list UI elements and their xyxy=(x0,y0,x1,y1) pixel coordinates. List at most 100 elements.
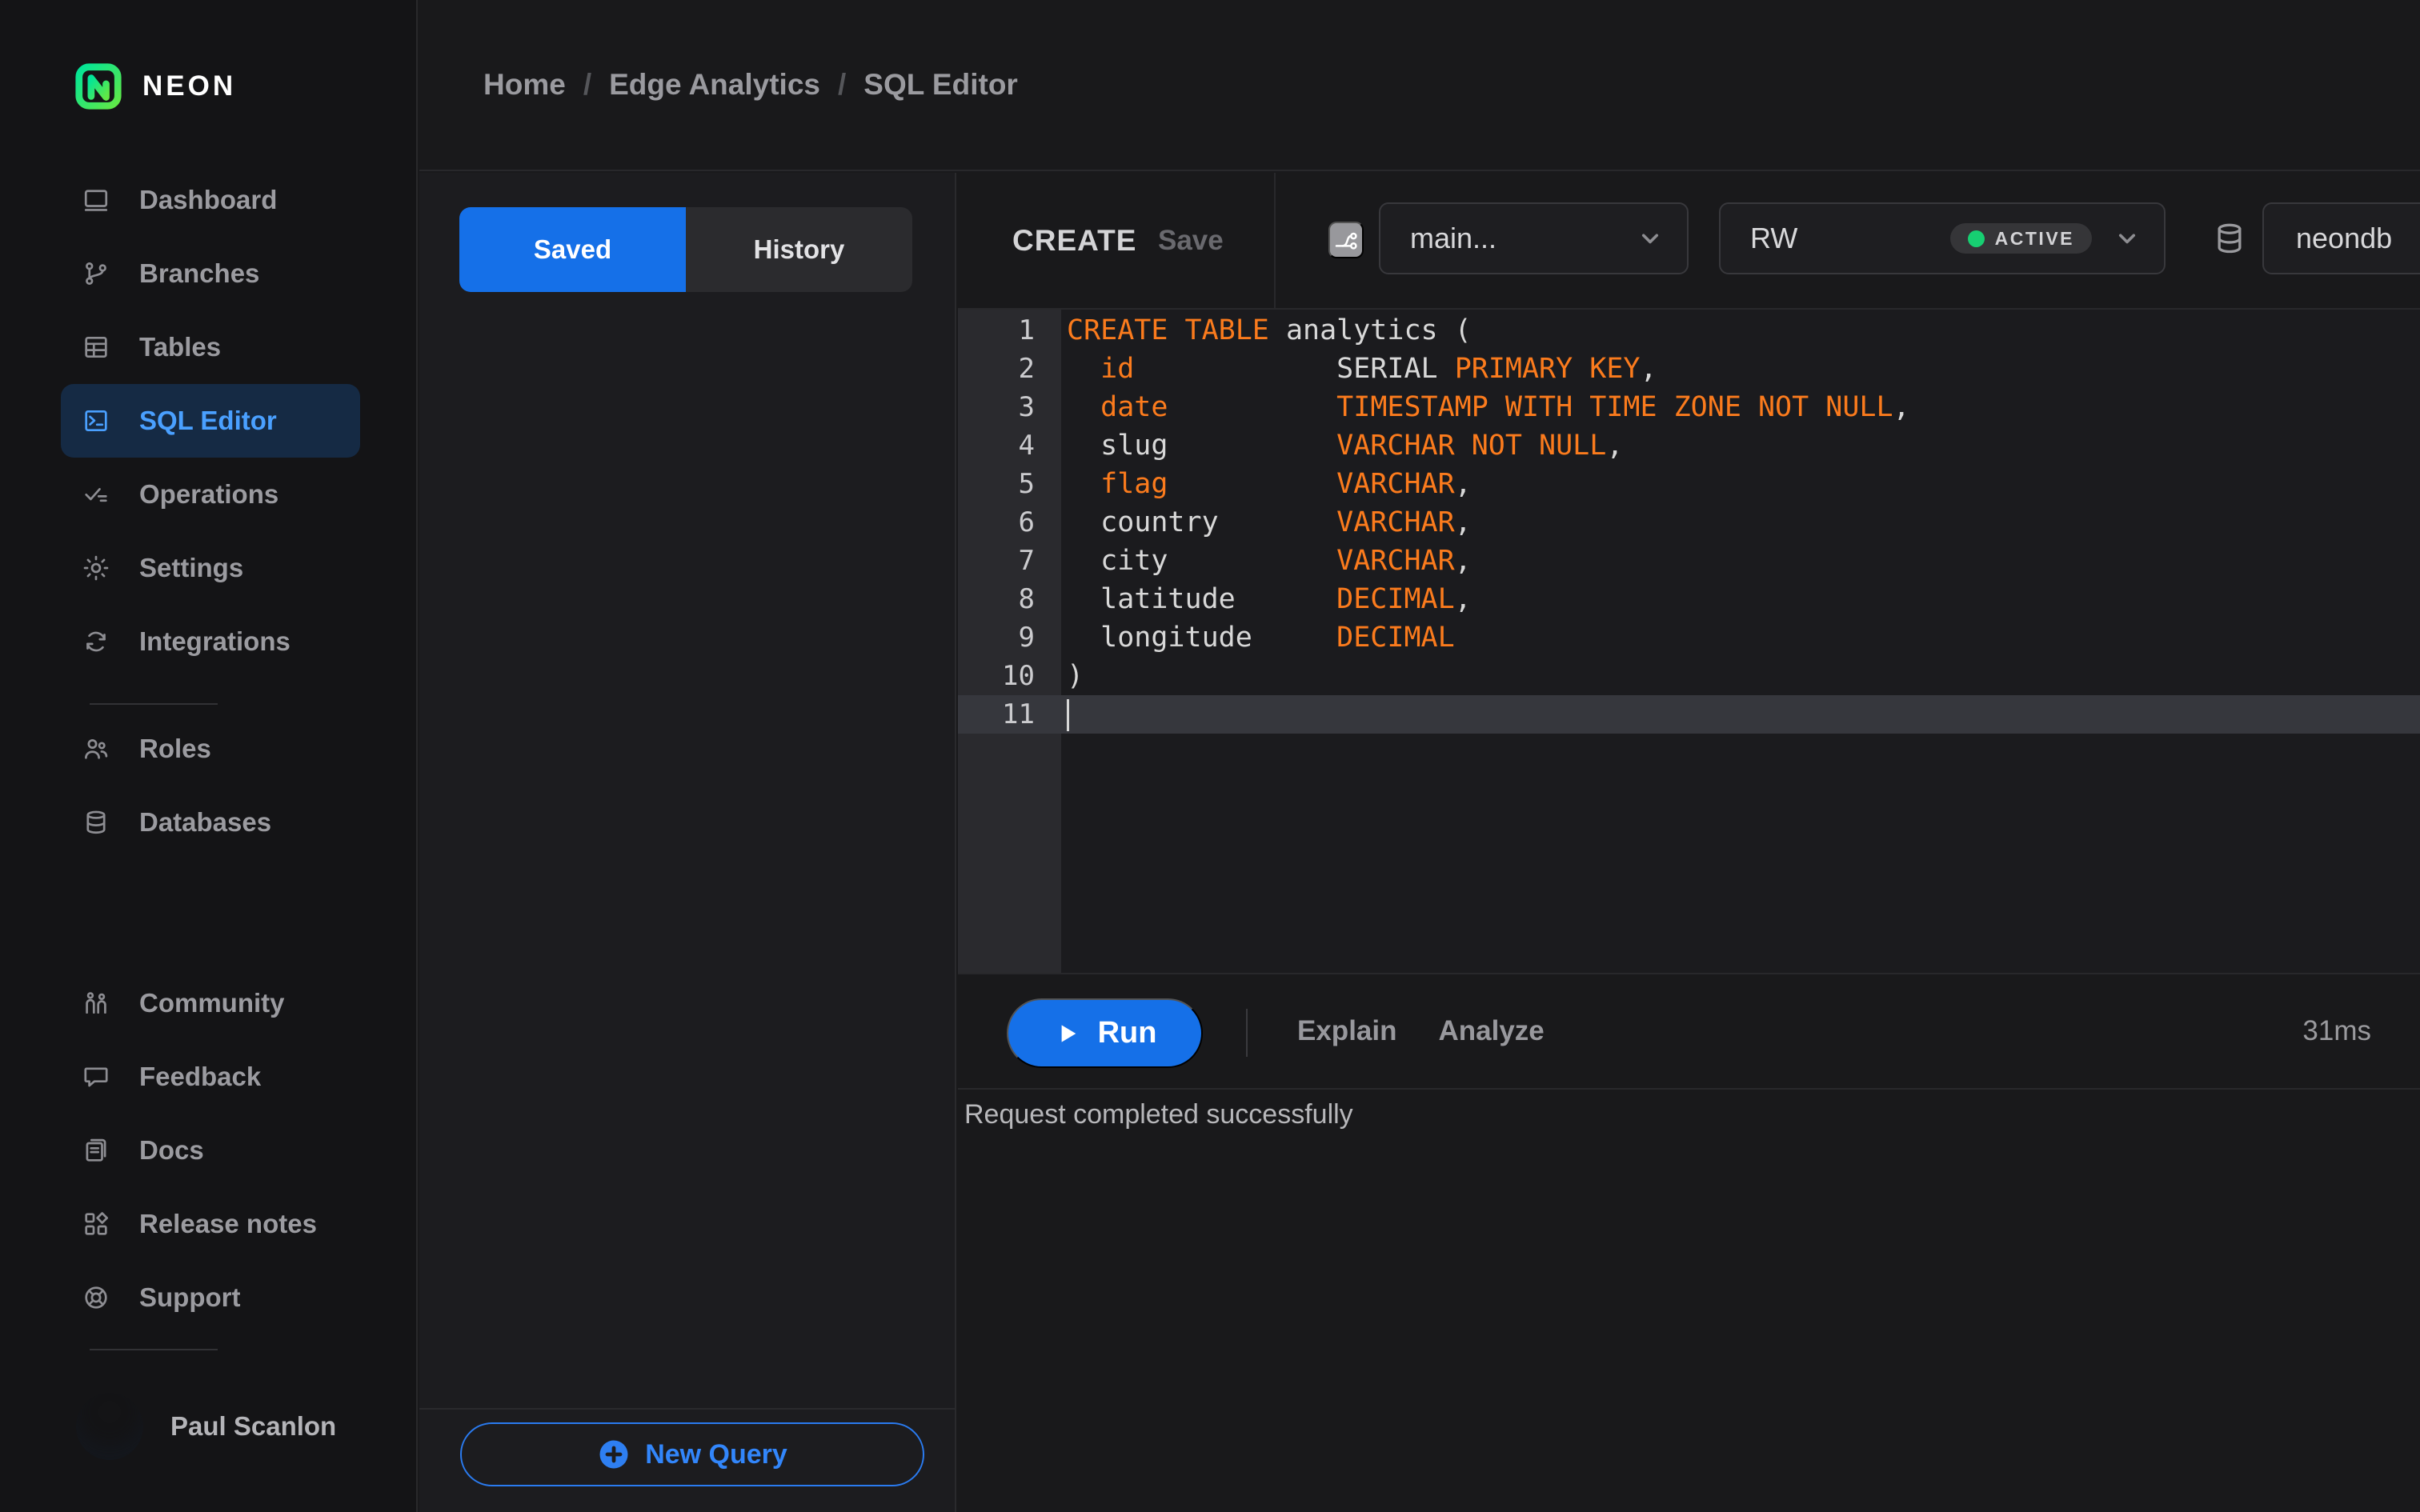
chevron-down-icon xyxy=(1636,224,1665,253)
sidebar-divider xyxy=(90,703,218,705)
sidebar-item-roles[interactable]: Roles xyxy=(61,712,360,786)
code-text: ) xyxy=(1067,660,1084,692)
status-dot-icon xyxy=(1967,230,1985,247)
sidebar-item-release-notes[interactable]: Release notes xyxy=(61,1187,360,1261)
community-icon xyxy=(82,989,110,1018)
branch-select[interactable]: main... xyxy=(1379,202,1689,274)
sidebar-item-branches[interactable]: Branches xyxy=(61,237,360,310)
code-text: latitude DECIMAL, xyxy=(1067,583,1472,615)
sidebar-item-label: Community xyxy=(139,988,285,1018)
code-line-8[interactable]: 8 latitude DECIMAL, xyxy=(958,580,2420,618)
sidebar-nav-resources: Community Feedback Docs Release notes Suppor… xyxy=(0,966,416,1334)
query-list-tabs: Saved History xyxy=(459,207,912,292)
sidebar-item-tables[interactable]: Tables xyxy=(61,310,360,384)
feedback-icon xyxy=(82,1062,110,1091)
compute-status-label: ACTIVE xyxy=(1994,227,2074,249)
line-number: 8 xyxy=(1018,583,1035,615)
plus-circle-icon xyxy=(597,1438,631,1471)
breadcrumb-item[interactable]: SQL Editor xyxy=(863,68,1018,102)
topbar: Home / Edge Analytics / SQL Editor xyxy=(419,0,2420,171)
code-line-2[interactable]: 2 id SERIAL PRIMARY KEY, xyxy=(958,350,2420,388)
sidebar-item-label: Release notes xyxy=(139,1209,317,1238)
code-line-6[interactable]: 6 country VARCHAR, xyxy=(958,503,2420,542)
support-icon xyxy=(82,1283,110,1312)
sidebar-item-label: Branches xyxy=(139,258,260,288)
line-number: 7 xyxy=(1018,545,1035,577)
release-notes-icon xyxy=(82,1210,110,1238)
sidebar-item-label: Feedback xyxy=(139,1062,262,1091)
code-line-3[interactable]: 3 date TIMESTAMP WITH TIME ZONE NOT NULL… xyxy=(958,388,2420,426)
line-number: 10 xyxy=(1002,660,1035,692)
code-text: country VARCHAR, xyxy=(1067,506,1472,538)
query-duration: 31ms xyxy=(2302,1015,2371,1046)
code-line-9[interactable]: 9 longitude DECIMAL xyxy=(958,618,2420,657)
new-query-button[interactable]: New Query xyxy=(460,1422,924,1486)
sidebar-item-label: Support xyxy=(139,1282,241,1312)
sidebar-item-docs[interactable]: Docs xyxy=(61,1114,360,1187)
tab-history[interactable]: History xyxy=(686,207,912,292)
code-editor[interactable]: 1 CREATE TABLE analytics (2 id SERIAL PRI… xyxy=(958,310,2420,973)
roles-icon xyxy=(82,734,110,763)
sidebar-nav-main: Dashboard Branches Tables SQL Editor Operati… xyxy=(0,163,416,678)
database-select-value: neondb xyxy=(2296,222,2393,254)
sidebar-item-integrations[interactable]: Integrations xyxy=(61,605,360,678)
sidebar-item-label: SQL Editor xyxy=(139,406,277,435)
sidebar-item-label: Integrations xyxy=(139,626,290,656)
sidebar-item-databases[interactable]: Databases xyxy=(61,786,360,859)
sidebar-item-community[interactable]: Community xyxy=(61,966,360,1040)
sidebar-item-support[interactable]: Support xyxy=(61,1261,360,1334)
sidebar-item-label: Docs xyxy=(139,1135,204,1165)
brand[interactable]: NEON xyxy=(75,62,236,110)
sidebar-item-label: Settings xyxy=(139,553,244,582)
code-line-11[interactable]: 11 xyxy=(958,695,2420,734)
operations-icon xyxy=(82,480,110,509)
sidebar-item-dashboard[interactable]: Dashboard xyxy=(61,163,360,237)
neon-console: { "brand": { "name": "NEON" }, "sidebar"… xyxy=(0,0,2420,1512)
sidebar: NEON Dashboard Branches Tables SQL Editor Op… xyxy=(0,0,418,1512)
analyze-button[interactable]: Analyze xyxy=(1438,1015,1544,1047)
breadcrumb-item[interactable]: Edge Analytics xyxy=(609,68,820,102)
code-line-10[interactable]: 10) xyxy=(958,657,2420,695)
compute-select[interactable]: RW ACTIVE xyxy=(1719,202,2166,274)
sidebar-item-label: Tables xyxy=(139,332,222,362)
code-text: id SERIAL PRIMARY KEY, xyxy=(1100,353,1657,385)
code-line-7[interactable]: 7 city VARCHAR, xyxy=(958,542,2420,580)
code-line-4[interactable]: 4 slug VARCHAR NOT NULL, xyxy=(958,426,2420,465)
avatar xyxy=(76,1393,143,1460)
line-number: 9 xyxy=(1018,622,1035,654)
header-divider xyxy=(1274,173,1276,308)
run-button[interactable]: Run xyxy=(1007,998,1203,1068)
plan-actions: Explain Analyze xyxy=(1297,974,1545,1088)
code-text: city VARCHAR, xyxy=(1067,545,1472,577)
integrations-icon xyxy=(82,627,110,656)
sidebar-item-sql-editor[interactable]: SQL Editor xyxy=(61,384,360,458)
sidebar-item-settings[interactable]: Settings xyxy=(61,531,360,605)
code-line-1[interactable]: 1 CREATE TABLE analytics ( xyxy=(958,311,2420,350)
tables-icon xyxy=(82,333,110,362)
user-menu[interactable]: Paul Scanlon xyxy=(76,1393,336,1460)
databases-icon xyxy=(82,808,110,837)
code-text: longitude DECIMAL xyxy=(1067,622,1455,654)
breadcrumb-separator: / xyxy=(583,68,592,101)
sidebar-item-label: Roles xyxy=(139,734,211,763)
breadcrumb-separator: / xyxy=(837,68,847,101)
sidebar-item-operations[interactable]: Operations xyxy=(61,458,360,531)
database-icon xyxy=(2210,214,2249,263)
query-title: CREATE xyxy=(1012,223,1137,257)
code-line-5[interactable]: 5 flag VARCHAR, xyxy=(958,465,2420,503)
code-content: 1 CREATE TABLE analytics (2 id SERIAL PRI… xyxy=(958,311,2420,734)
sidebar-item-feedback[interactable]: Feedback xyxy=(61,1040,360,1114)
branch-action-button[interactable] xyxy=(1328,222,1364,258)
breadcrumb-item[interactable]: Home xyxy=(483,68,566,102)
branches-icon xyxy=(82,259,110,288)
explain-button[interactable]: Explain xyxy=(1297,1015,1396,1047)
result-message: Request completed successfully xyxy=(964,1099,1353,1130)
neon-logo-icon xyxy=(75,62,122,110)
save-button[interactable]: Save xyxy=(1158,173,1224,308)
results-panel: Request completed successfully xyxy=(958,1090,2420,1512)
tab-saved[interactable]: Saved xyxy=(459,207,686,292)
database-select[interactable]: neondb xyxy=(2262,202,2420,274)
sql-editor-icon xyxy=(82,406,110,435)
sidebar-item-label: Dashboard xyxy=(139,185,278,214)
breadcrumb: Home / Edge Analytics / SQL Editor xyxy=(483,0,1018,170)
